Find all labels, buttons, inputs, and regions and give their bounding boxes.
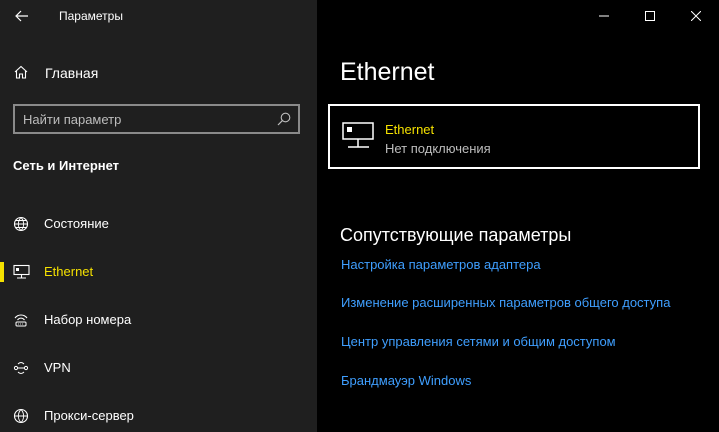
adapter-status: Нет подключения (385, 141, 491, 156)
ethernet-adapter-card[interactable]: Ethernet Нет подключения (328, 104, 700, 169)
ethernet-icon (342, 122, 374, 148)
sidebar-item-status[interactable]: Состояние (0, 206, 317, 242)
minimize-button[interactable] (581, 0, 627, 32)
sidebar-item-label: Ethernet (44, 264, 94, 279)
search-input[interactable] (23, 110, 271, 128)
ethernet-icon (13, 264, 30, 279)
titlebar-left: Параметры (0, 0, 317, 32)
main-panel: Ethernet Ethernet Нет подключения Сопутс… (317, 0, 719, 432)
home-nav-item[interactable]: Главная (0, 56, 317, 88)
link-network-center[interactable]: Центр управления сетями и общим доступом (341, 334, 616, 349)
close-button[interactable] (673, 0, 719, 32)
search-icon[interactable] (277, 112, 291, 126)
vpn-icon (13, 362, 29, 374)
adapter-name: Ethernet (385, 122, 435, 137)
dialup-icon (14, 314, 28, 327)
link-firewall[interactable]: Брандмауэр Windows (341, 373, 471, 388)
home-label: Главная (45, 65, 99, 81)
close-icon (691, 11, 701, 21)
maximize-button[interactable] (627, 0, 673, 32)
related-settings-title: Сопутствующие параметры (340, 225, 572, 245)
globe-icon (13, 408, 29, 424)
search-box[interactable] (13, 104, 300, 134)
sidebar: Параметры Главная Сеть и Интернет Состоя… (0, 0, 317, 432)
back-button[interactable] (10, 4, 34, 28)
link-advanced-sharing[interactable]: Изменение расширенных параметров общего … (341, 295, 670, 310)
section-title: Сеть и Интернет (13, 158, 120, 173)
sidebar-item-vpn[interactable]: VPN (0, 350, 317, 386)
sidebar-item-label: Прокси-сервер (44, 408, 134, 423)
sidebar-item-dialup[interactable]: Набор номера (0, 302, 317, 338)
home-icon (14, 65, 28, 79)
sidebar-item-label: Набор номера (44, 312, 132, 327)
minimize-icon (599, 15, 609, 17)
page-title: Ethernet (340, 58, 435, 86)
sidebar-item-ethernet[interactable]: Ethernet (0, 254, 317, 290)
sidebar-item-label: Состояние (44, 216, 109, 231)
app-title: Параметры (59, 9, 123, 23)
active-indicator (0, 262, 4, 282)
maximize-icon (645, 11, 655, 21)
back-arrow-icon (15, 10, 28, 22)
sidebar-item-label: VPN (44, 360, 71, 375)
link-adapter-settings[interactable]: Настройка параметров адаптера (341, 257, 541, 272)
globe-icon (13, 216, 29, 232)
sidebar-item-proxy[interactable]: Прокси-сервер (0, 398, 317, 432)
